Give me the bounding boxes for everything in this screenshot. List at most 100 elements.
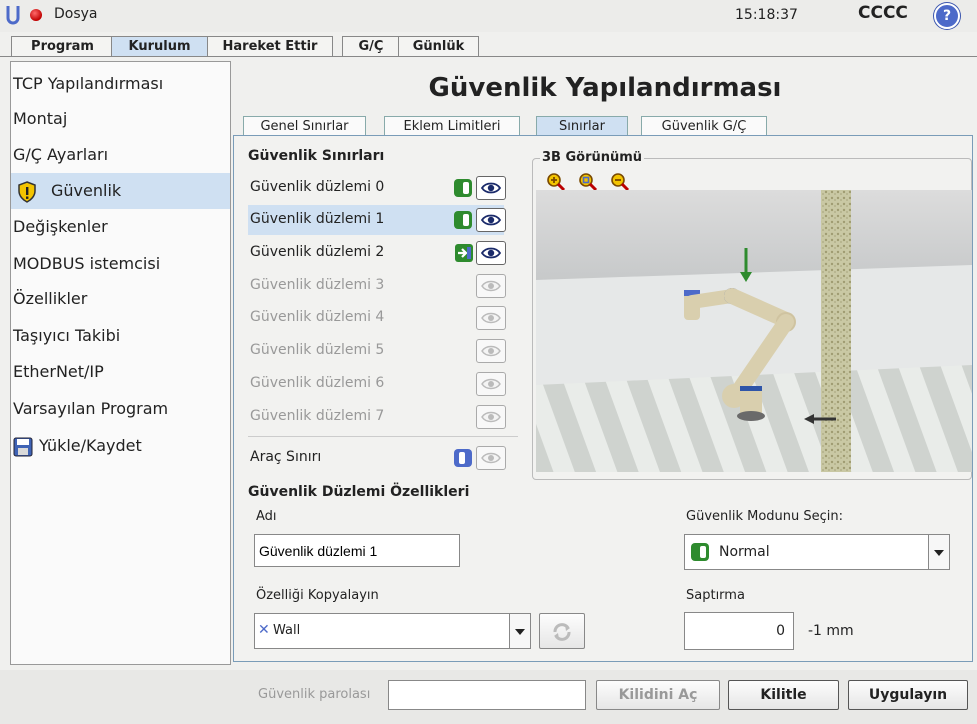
nav-item-montaj[interactable]: Montaj: [11, 101, 230, 137]
tab-program[interactable]: Program: [11, 36, 114, 57]
visibility-eye-icon[interactable]: [476, 208, 506, 232]
left-nav: TCP Yapılandırması Montaj G/Ç Ayarları G…: [10, 61, 231, 665]
view3d-viewport[interactable]: [536, 190, 972, 472]
tab-hareket-ettir[interactable]: Hareket Ettir: [207, 36, 333, 57]
tab-gc[interactable]: G/Ç: [342, 36, 400, 57]
zoom-out-icon[interactable]: [610, 172, 630, 192]
page-title: Güvenlik Yapılandırması: [428, 73, 782, 103]
refresh-icon: [553, 623, 571, 641]
nav-item-label: Taşıyıcı Takibi: [13, 326, 121, 345]
copy-property-dropdown[interactable]: ✕ Wall: [254, 613, 531, 649]
password-label: Güvenlik parolası: [258, 687, 371, 702]
nav-item-label: Özellikler: [13, 289, 88, 308]
visibility-eye-icon: [476, 339, 506, 363]
visibility-eye-icon[interactable]: [476, 241, 506, 265]
divider: [248, 436, 518, 437]
top-bar: Dosya 15:18:37 CCCC ?: [0, 0, 977, 32]
nav-item-guvenlik[interactable]: Güvenlik: [11, 173, 230, 209]
copy-property-value: Wall: [273, 623, 301, 638]
safety-plane-row[interactable]: Güvenlik düzlemi 0: [248, 173, 506, 203]
nav-item-tasiyici[interactable]: Taşıyıcı Takibi: [11, 318, 230, 354]
robot-name: CCCC: [858, 3, 908, 23]
tool-limit-row[interactable]: Araç Sınırı: [248, 443, 506, 473]
displacement-label: Saptırma: [686, 588, 745, 603]
nav-item-label: Varsayılan Program: [13, 399, 169, 418]
nav-item-label: Güvenlik: [51, 181, 122, 200]
plane-label: Güvenlik düzlemi 1: [250, 211, 385, 227]
mode-value: Normal: [719, 544, 770, 560]
zoom-in-icon[interactable]: [546, 172, 566, 192]
nav-item-label: G/Ç Ayarları: [13, 145, 109, 164]
chevron-down-icon: [509, 614, 530, 648]
plane-name-input[interactable]: [254, 534, 460, 567]
nav-item-label: EtherNet/IP: [13, 362, 104, 381]
apply-button[interactable]: Uygulayın: [848, 680, 968, 710]
tab-eklem-limitleri[interactable]: Eklem Limitleri: [384, 116, 520, 136]
nav-item-label: Montaj: [13, 109, 68, 128]
universal-robots-logo-icon: [6, 6, 20, 25]
clock: 15:18:37: [735, 7, 798, 23]
shield-warning-icon: [18, 180, 36, 203]
safety-plane-row[interactable]: Güvenlik düzlemi 4: [248, 303, 506, 333]
zoom-fit-icon[interactable]: [578, 172, 598, 192]
safety-plane-row[interactable]: Güvenlik düzlemi 5: [248, 336, 506, 366]
refresh-button[interactable]: [539, 613, 585, 649]
help-icon[interactable]: ?: [934, 3, 960, 29]
visibility-eye-icon[interactable]: [476, 176, 506, 200]
floppy-disk-icon: [13, 437, 33, 456]
limits-panel: Güvenlik Sınırları Güvenlik düzlemi 0 Gü…: [233, 135, 973, 662]
safety-plane-row[interactable]: Güvenlik düzlemi 6: [248, 369, 506, 399]
visibility-eye-icon[interactable]: [476, 446, 506, 470]
tab-guvenlik-gc[interactable]: Güvenlik G/Ç: [641, 116, 767, 136]
view3d-heading: 3B Görünümü: [540, 150, 645, 165]
safety-plane-row[interactable]: Güvenlik düzlemi 2: [248, 238, 506, 268]
plane-label: Güvenlik düzlemi 2: [250, 244, 385, 260]
tool-limit-toggle-icon[interactable]: [454, 449, 472, 467]
safety-plane-row[interactable]: Güvenlik düzlemi 3: [248, 271, 506, 301]
visibility-eye-icon: [476, 306, 506, 330]
nav-item-label: TCP Yapılandırması: [13, 74, 164, 93]
plane-label: Güvenlik düzlemi 4: [250, 309, 385, 325]
safety-mode-dropdown[interactable]: Normal: [684, 534, 950, 570]
nav-item-tcp[interactable]: TCP Yapılandırması: [11, 66, 230, 102]
nav-item-ethernetip[interactable]: EtherNet/IP: [11, 354, 230, 390]
displacement-unit: -1 mm: [808, 623, 854, 639]
unlock-button[interactable]: Kilidini Aç: [596, 680, 720, 710]
tab-kurulum[interactable]: Kurulum: [111, 36, 208, 57]
plane-label: Güvenlik düzlemi 7: [250, 408, 385, 424]
lock-button[interactable]: Kilitle: [728, 680, 839, 710]
nav-item-label: Değişkenler: [13, 217, 108, 236]
status-red-dot-icon: [30, 9, 42, 21]
safety-password-input[interactable]: [388, 680, 586, 710]
plane-properties-heading: Güvenlik Düzlemi Özellikleri: [248, 484, 470, 500]
plane-normal-toggle-icon[interactable]: [454, 211, 472, 229]
mode-label: Güvenlik Modunu Seçin:: [686, 509, 844, 524]
nav-item-ozellikler[interactable]: Özellikler: [11, 281, 230, 317]
displacement-input[interactable]: 0: [684, 612, 794, 650]
bottom-bar: Güvenlik parolası Kilidini Aç Kilitle Uy…: [0, 670, 977, 724]
nav-item-modbus[interactable]: MODBUS istemcisi: [11, 246, 230, 282]
file-menu[interactable]: Dosya: [54, 6, 98, 22]
tool-limit-label: Araç Sınırı: [250, 449, 322, 465]
plane-normal-toggle-icon[interactable]: [454, 179, 472, 197]
safety-plane-row[interactable]: Güvenlik düzlemi 1: [248, 205, 506, 235]
plane-label: Güvenlik düzlemi 6: [250, 375, 385, 391]
nav-item-yukle-kaydet[interactable]: Yükle/Kaydet: [11, 428, 230, 464]
nav-item-varsayilan-program[interactable]: Varsayılan Program: [11, 391, 230, 427]
tab-genel-sinirlar[interactable]: Genel Sınırlar: [243, 116, 366, 136]
copy-property-label: Özelliği Kopyalayın: [256, 588, 379, 603]
plane-label: Güvenlik düzlemi 0: [250, 179, 385, 195]
safety-plane-row[interactable]: Güvenlik düzlemi 7: [248, 402, 506, 432]
nav-item-gc-ayarlari[interactable]: G/Ç Ayarları: [11, 137, 230, 173]
plane-trigger-toggle-icon[interactable]: [454, 243, 474, 263]
visibility-eye-icon: [476, 274, 506, 298]
name-label: Adı: [256, 509, 277, 524]
tab-gunluk[interactable]: Günlük: [398, 36, 479, 57]
tab-sinirlar[interactable]: Sınırlar: [536, 116, 628, 136]
tab-divider: [0, 56, 977, 57]
nav-item-degiskenler[interactable]: Değişkenler: [11, 209, 230, 245]
visibility-eye-icon: [476, 372, 506, 396]
normal-mode-icon: [691, 543, 709, 561]
nav-item-label: MODBUS istemcisi: [13, 254, 161, 273]
nav-item-label: Yükle/Kaydet: [39, 436, 142, 455]
